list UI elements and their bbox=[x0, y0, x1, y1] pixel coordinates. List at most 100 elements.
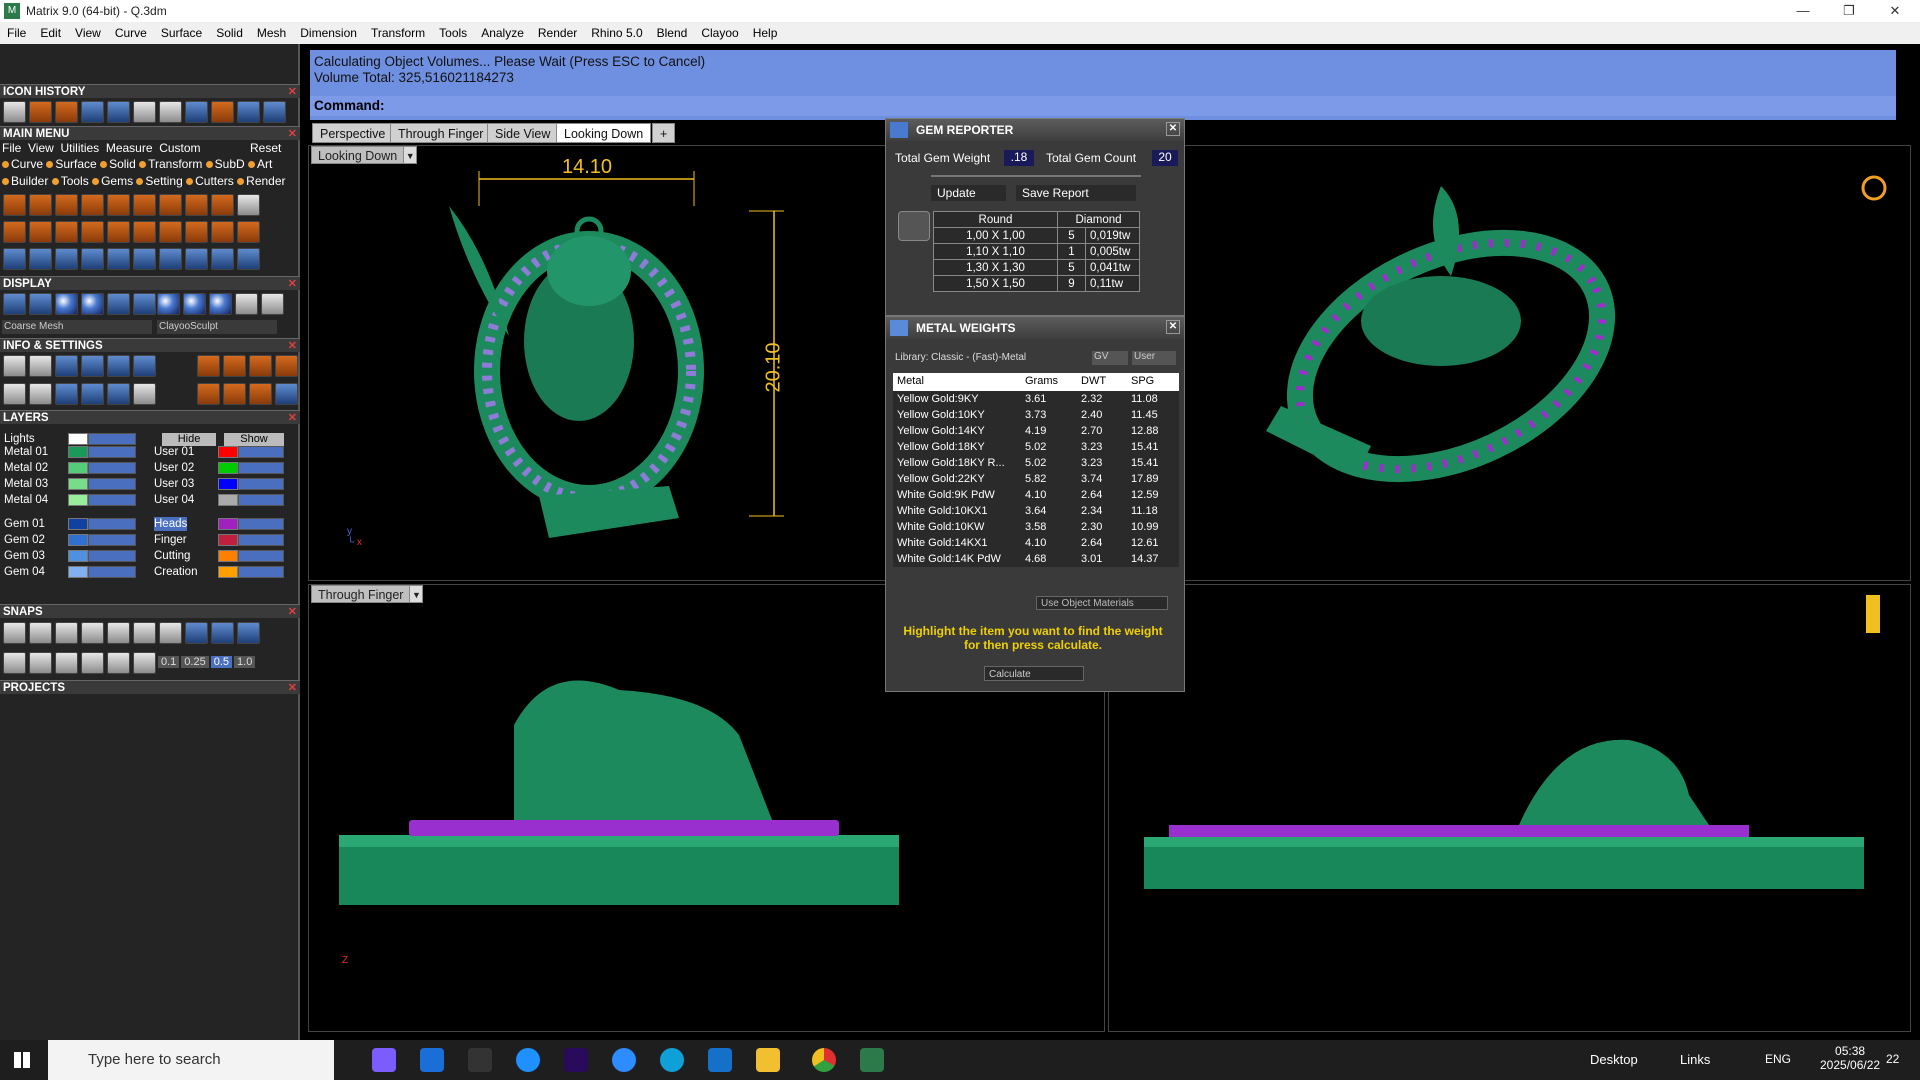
tool-icon[interactable] bbox=[3, 194, 26, 216]
close-icon[interactable]: ✕ bbox=[288, 277, 297, 291]
snap-0-1[interactable]: 0.1 bbox=[158, 656, 180, 668]
cat-transform[interactable]: Transform bbox=[148, 157, 202, 171]
lights-swatch[interactable] bbox=[68, 433, 88, 445]
metal-row[interactable]: White Gold:14K PdW 4.68 3.01 14.37 bbox=[893, 551, 1179, 567]
tool-icon[interactable] bbox=[55, 101, 78, 123]
layer-controls[interactable] bbox=[238, 446, 284, 458]
main-menu-utilities[interactable]: Utilities bbox=[60, 141, 99, 155]
cat-cutters[interactable]: Cutters bbox=[195, 174, 234, 188]
layer-controls[interactable] bbox=[238, 534, 284, 546]
tool-icon[interactable] bbox=[185, 194, 208, 216]
copilot-icon[interactable] bbox=[372, 1048, 396, 1072]
snap-icon[interactable] bbox=[237, 622, 260, 644]
settings-icon[interactable] bbox=[3, 355, 26, 377]
reset-button[interactable]: Reset bbox=[250, 141, 281, 155]
main-menu-custom[interactable]: Custom bbox=[159, 141, 200, 155]
lights-controls[interactable] bbox=[88, 433, 136, 445]
tab-perspective[interactable]: Perspective bbox=[312, 123, 394, 143]
layer-label[interactable]: User 03 bbox=[154, 477, 194, 491]
tab-side-view[interactable]: Side View bbox=[487, 123, 559, 143]
tool-icon[interactable] bbox=[237, 194, 260, 216]
close-icon[interactable]: ✕ bbox=[288, 339, 297, 353]
tool-icon[interactable] bbox=[223, 383, 246, 405]
tool-icon[interactable] bbox=[29, 194, 52, 216]
tool-icon[interactable] bbox=[55, 194, 78, 216]
zoom-app-icon[interactable] bbox=[612, 1048, 636, 1072]
layer-controls[interactable] bbox=[238, 494, 284, 506]
layer-controls[interactable] bbox=[88, 446, 136, 458]
layer-controls[interactable] bbox=[238, 518, 284, 530]
cat-curve[interactable]: Curve bbox=[11, 157, 43, 171]
tool-icon[interactable] bbox=[159, 221, 182, 243]
tool-icon[interactable] bbox=[107, 194, 130, 216]
cat-art[interactable]: Art bbox=[257, 157, 272, 171]
cat-surface[interactable]: Surface bbox=[55, 157, 96, 171]
tool-icon[interactable] bbox=[185, 221, 208, 243]
layer-label[interactable]: User 01 bbox=[154, 445, 194, 459]
add-tab-button[interactable]: + bbox=[652, 123, 676, 143]
layer-icon[interactable] bbox=[107, 355, 130, 377]
tool-icon[interactable] bbox=[237, 248, 260, 270]
tool-icon[interactable] bbox=[3, 383, 26, 405]
tool-icon[interactable] bbox=[3, 248, 26, 270]
metal-row[interactable]: Yellow Gold:18KY 5.02 3.23 15.41 bbox=[893, 439, 1179, 455]
layer-label[interactable]: Metal 03 bbox=[4, 477, 48, 491]
layer-label[interactable]: Gem 03 bbox=[4, 549, 45, 563]
tool-icon[interactable] bbox=[197, 383, 220, 405]
clock[interactable]: 05:38 2025/06/22 bbox=[1820, 1044, 1880, 1072]
main-menu-file[interactable]: File bbox=[2, 141, 21, 155]
gem-row[interactable]: 1,00 X 1,00 5 0,019tw bbox=[933, 227, 1140, 244]
cat-setting[interactable]: Setting bbox=[145, 174, 182, 188]
tool-icon[interactable] bbox=[275, 383, 298, 405]
desktop-toolbar[interactable]: Desktop bbox=[1590, 1052, 1638, 1067]
grid-icon[interactable] bbox=[3, 652, 26, 674]
main-menu-measure[interactable]: Measure bbox=[106, 141, 153, 155]
snap-icon[interactable] bbox=[3, 622, 26, 644]
metal-row[interactable]: White Gold:9K PdW 4.10 2.64 12.59 bbox=[893, 487, 1179, 503]
layer-controls[interactable] bbox=[238, 566, 284, 578]
tool-icon[interactable] bbox=[133, 221, 156, 243]
store-icon[interactable] bbox=[420, 1048, 444, 1072]
snap-icon[interactable] bbox=[133, 622, 156, 644]
layer-color-swatch[interactable] bbox=[218, 462, 238, 474]
metal-row[interactable]: White Gold:14KX1 4.10 2.64 12.61 bbox=[893, 535, 1179, 551]
close-icon[interactable]: ✕ bbox=[288, 605, 297, 619]
layer-color-swatch[interactable] bbox=[218, 550, 238, 562]
close-button[interactable]: ✕ bbox=[1166, 320, 1180, 334]
menu-curve[interactable]: Curve bbox=[108, 26, 154, 40]
tool-icon[interactable] bbox=[107, 101, 130, 123]
tool-icon[interactable] bbox=[29, 221, 52, 243]
chrome-icon[interactable] bbox=[812, 1048, 836, 1072]
premiere-icon[interactable] bbox=[564, 1048, 588, 1072]
cat-solid[interactable]: Solid bbox=[109, 157, 136, 171]
layer-label[interactable]: Cutting bbox=[154, 549, 190, 563]
metal-row[interactable]: Yellow Gold:22KY 5.82 3.74 17.89 bbox=[893, 471, 1179, 487]
tool-icon[interactable] bbox=[197, 355, 220, 377]
tab-looking-down[interactable]: Looking Down bbox=[556, 123, 652, 143]
forward-arrow-icon[interactable] bbox=[263, 101, 286, 123]
zoom-icon[interactable] bbox=[29, 355, 52, 377]
close-button[interactable]: ✕ bbox=[1166, 122, 1180, 136]
tool-icon[interactable] bbox=[55, 248, 78, 270]
layer-controls[interactable] bbox=[88, 478, 136, 490]
layer-color-swatch[interactable] bbox=[68, 494, 88, 506]
app-icon[interactable] bbox=[468, 1048, 492, 1072]
calculate-button[interactable]: Calculate bbox=[984, 666, 1084, 681]
tool-icon[interactable] bbox=[159, 248, 182, 270]
menu-mesh[interactable]: Mesh bbox=[250, 26, 293, 40]
layer-label[interactable]: Metal 01 bbox=[4, 445, 48, 459]
layer-controls[interactable] bbox=[88, 518, 136, 530]
notification-badge[interactable]: 22 bbox=[1886, 1052, 1899, 1066]
snap-icon[interactable] bbox=[107, 652, 130, 674]
tool-icon[interactable] bbox=[55, 383, 78, 405]
tool-icon[interactable] bbox=[211, 194, 234, 216]
snap-icon[interactable] bbox=[185, 622, 208, 644]
user-toggle[interactable]: User bbox=[1132, 351, 1176, 365]
gem-row[interactable]: 1,30 X 1,30 5 0,041tw bbox=[933, 259, 1140, 276]
menu-blend[interactable]: Blend bbox=[650, 26, 695, 40]
taskbar-search-input[interactable]: Type here to search bbox=[48, 1040, 334, 1080]
layer-label[interactable]: Metal 04 bbox=[4, 493, 48, 507]
metal-row[interactable]: Yellow Gold:18KY R... 5.02 3.23 15.41 bbox=[893, 455, 1179, 471]
cat-tools[interactable]: Tools bbox=[61, 174, 89, 188]
menu-transform[interactable]: Transform bbox=[364, 26, 432, 40]
